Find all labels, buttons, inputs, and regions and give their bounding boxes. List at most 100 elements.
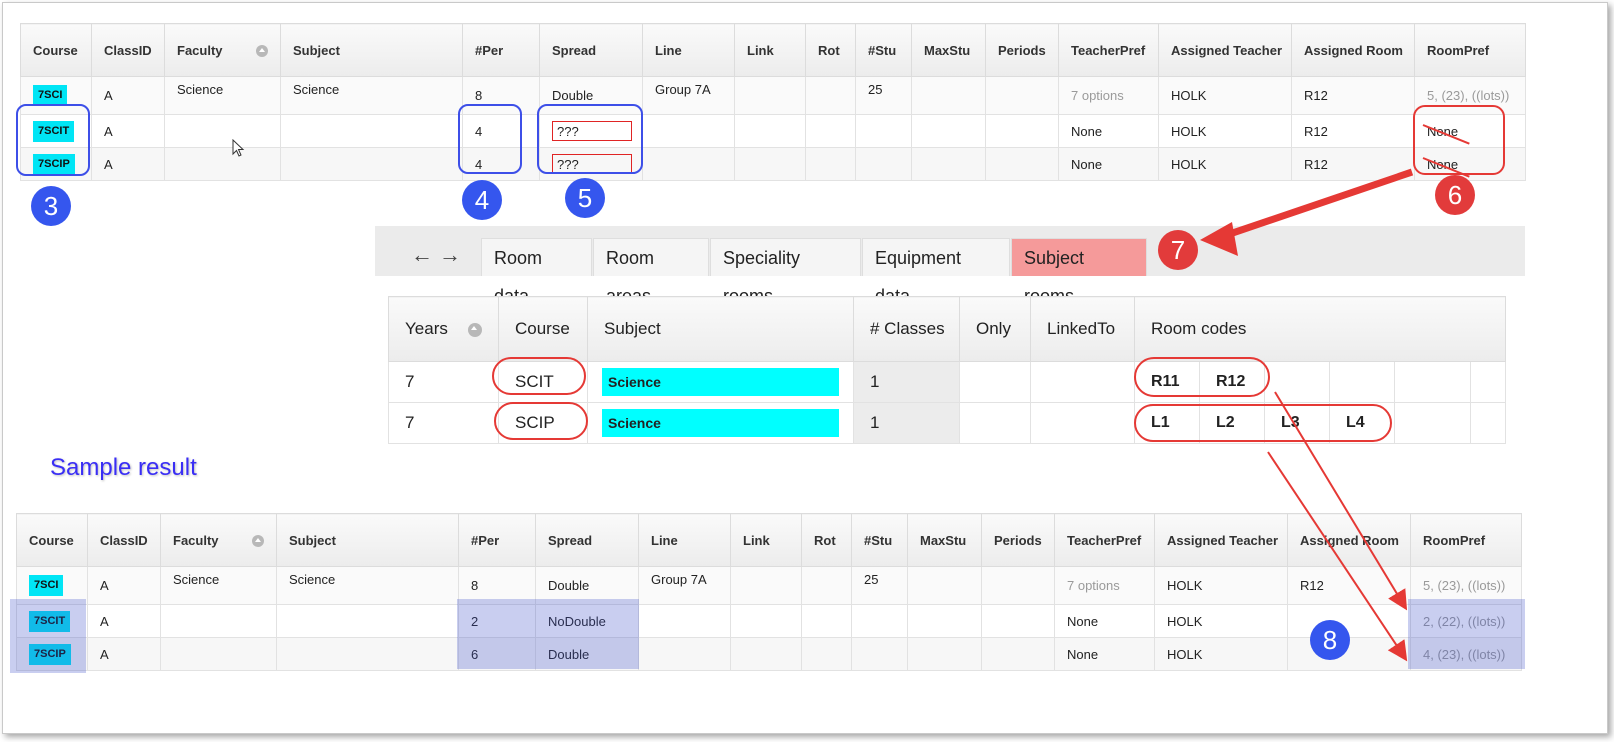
room-code-cell[interactable]: [1470, 361, 1506, 403]
cell[interactable]: [851, 604, 908, 638]
cell[interactable]: [276, 637, 459, 671]
cell[interactable]: 25: [855, 76, 912, 115]
cell[interactable]: [851, 637, 908, 671]
col-rot[interactable]: Rot: [801, 513, 852, 567]
col-years[interactable]: Years: [388, 296, 499, 362]
col-periods[interactable]: Periods: [981, 513, 1055, 567]
cell[interactable]: [911, 114, 986, 148]
cell[interactable]: [642, 147, 735, 181]
cell[interactable]: Science: [280, 76, 463, 115]
cell[interactable]: [730, 604, 802, 638]
cell[interactable]: HOLK: [1154, 604, 1288, 638]
col-classid[interactable]: ClassID: [87, 513, 161, 567]
cell[interactable]: A: [91, 76, 165, 115]
cell[interactable]: [1030, 402, 1135, 444]
cell[interactable]: [276, 604, 459, 638]
cell[interactable]: [805, 76, 856, 115]
cell[interactable]: Science: [160, 566, 277, 605]
col-rot[interactable]: Rot: [805, 23, 856, 77]
cell[interactable]: None: [1054, 637, 1155, 671]
cell[interactable]: [985, 114, 1059, 148]
col-assigned-room[interactable]: Assigned Room: [1291, 23, 1415, 77]
cell[interactable]: R12: [1291, 147, 1415, 181]
col-stu[interactable]: #Stu: [855, 23, 912, 77]
col-maxstu[interactable]: MaxStu: [907, 513, 982, 567]
cell[interactable]: R12: [1291, 114, 1415, 148]
course-chip[interactable]: 7SCI: [33, 85, 68, 106]
tab-room-areas[interactable]: Room areas: [593, 238, 709, 306]
cell[interactable]: 7: [388, 402, 499, 444]
table-row[interactable]: 7SCI A Science Science 8 Double Group 7A…: [16, 566, 1522, 605]
col-course[interactable]: Course: [498, 296, 588, 362]
col-maxstu[interactable]: MaxStu: [911, 23, 986, 77]
cell[interactable]: None: [1058, 114, 1159, 148]
cell[interactable]: [160, 637, 277, 671]
cell[interactable]: [642, 114, 735, 148]
sort-icon[interactable]: [468, 323, 482, 337]
cell[interactable]: [911, 147, 986, 181]
cell[interactable]: [160, 604, 277, 638]
cell[interactable]: [981, 604, 1055, 638]
cell[interactable]: [985, 147, 1059, 181]
cell[interactable]: [1287, 604, 1411, 638]
cell[interactable]: [734, 114, 806, 148]
cell[interactable]: 25: [851, 566, 908, 605]
col-link[interactable]: Link: [734, 23, 806, 77]
tab-equipment-data[interactable]: Equipment data: [862, 238, 1010, 306]
col-faculty[interactable]: Faculty: [164, 23, 281, 77]
cell[interactable]: [1030, 361, 1135, 403]
cell[interactable]: HOLK: [1158, 76, 1292, 115]
col-roompref[interactable]: RoomPref: [1414, 23, 1526, 77]
cell[interactable]: [801, 566, 852, 605]
cell[interactable]: [730, 566, 802, 605]
cell[interactable]: [959, 402, 1031, 444]
tab-room-data[interactable]: Room data: [481, 238, 592, 306]
col-only[interactable]: Only: [959, 296, 1031, 362]
cell[interactable]: Science: [164, 76, 281, 115]
cell[interactable]: A: [91, 147, 165, 181]
cell[interactable]: HOLK: [1158, 147, 1292, 181]
cell[interactable]: [730, 637, 802, 671]
col-linkedto[interactable]: LinkedTo: [1030, 296, 1135, 362]
room-code-cell[interactable]: [1394, 402, 1471, 444]
cell[interactable]: HOLK: [1154, 566, 1288, 605]
col-line[interactable]: Line: [638, 513, 731, 567]
cell[interactable]: [855, 114, 912, 148]
cell[interactable]: [907, 604, 982, 638]
col-per[interactable]: #Per: [462, 23, 540, 77]
col-subject[interactable]: Subject: [587, 296, 854, 362]
cell[interactable]: [981, 637, 1055, 671]
cell[interactable]: Group 7A: [638, 566, 731, 605]
cell[interactable]: 1: [853, 361, 960, 403]
cell[interactable]: Science: [587, 402, 854, 444]
room-code-cell[interactable]: [1394, 361, 1471, 403]
col-spread[interactable]: Spread: [539, 23, 643, 77]
col-stu[interactable]: #Stu: [851, 513, 908, 567]
cell[interactable]: [280, 147, 463, 181]
col-assigned-teacher[interactable]: Assigned Teacher: [1154, 513, 1288, 567]
cell[interactable]: HOLK: [1154, 637, 1288, 671]
cell[interactable]: A: [87, 637, 161, 671]
cell[interactable]: [801, 637, 852, 671]
tab-subject-rooms[interactable]: Subject rooms: [1011, 238, 1147, 306]
cell[interactable]: A: [91, 114, 165, 148]
col-spread[interactable]: Spread: [535, 513, 639, 567]
col-teacherpref[interactable]: TeacherPref: [1054, 513, 1155, 567]
col-roompref[interactable]: RoomPref: [1410, 513, 1522, 567]
col-course[interactable]: Course: [20, 23, 92, 77]
forward-arrow-icon[interactable]: →: [439, 242, 461, 268]
cell[interactable]: 7 options: [1054, 566, 1155, 605]
cell[interactable]: None: [1054, 604, 1155, 638]
col-classid[interactable]: ClassID: [91, 23, 165, 77]
table-row[interactable]: 7SCIP A 4 ??? None HOLK R12 None: [20, 147, 1526, 181]
cell[interactable]: [805, 147, 856, 181]
cell[interactable]: Science: [587, 361, 854, 403]
sort-icon[interactable]: [256, 44, 268, 57]
cell[interactable]: [638, 637, 731, 671]
table-row[interactable]: 7SCI A Science Science 8 Double Group 7A…: [20, 76, 1526, 115]
table-row[interactable]: 7SCIP A 6 Double None HOLK 4, (23), ((lo…: [16, 637, 1522, 671]
cell[interactable]: [164, 147, 281, 181]
cell[interactable]: [164, 114, 281, 148]
col-link[interactable]: Link: [730, 513, 802, 567]
cell[interactable]: HOLK: [1158, 114, 1292, 148]
